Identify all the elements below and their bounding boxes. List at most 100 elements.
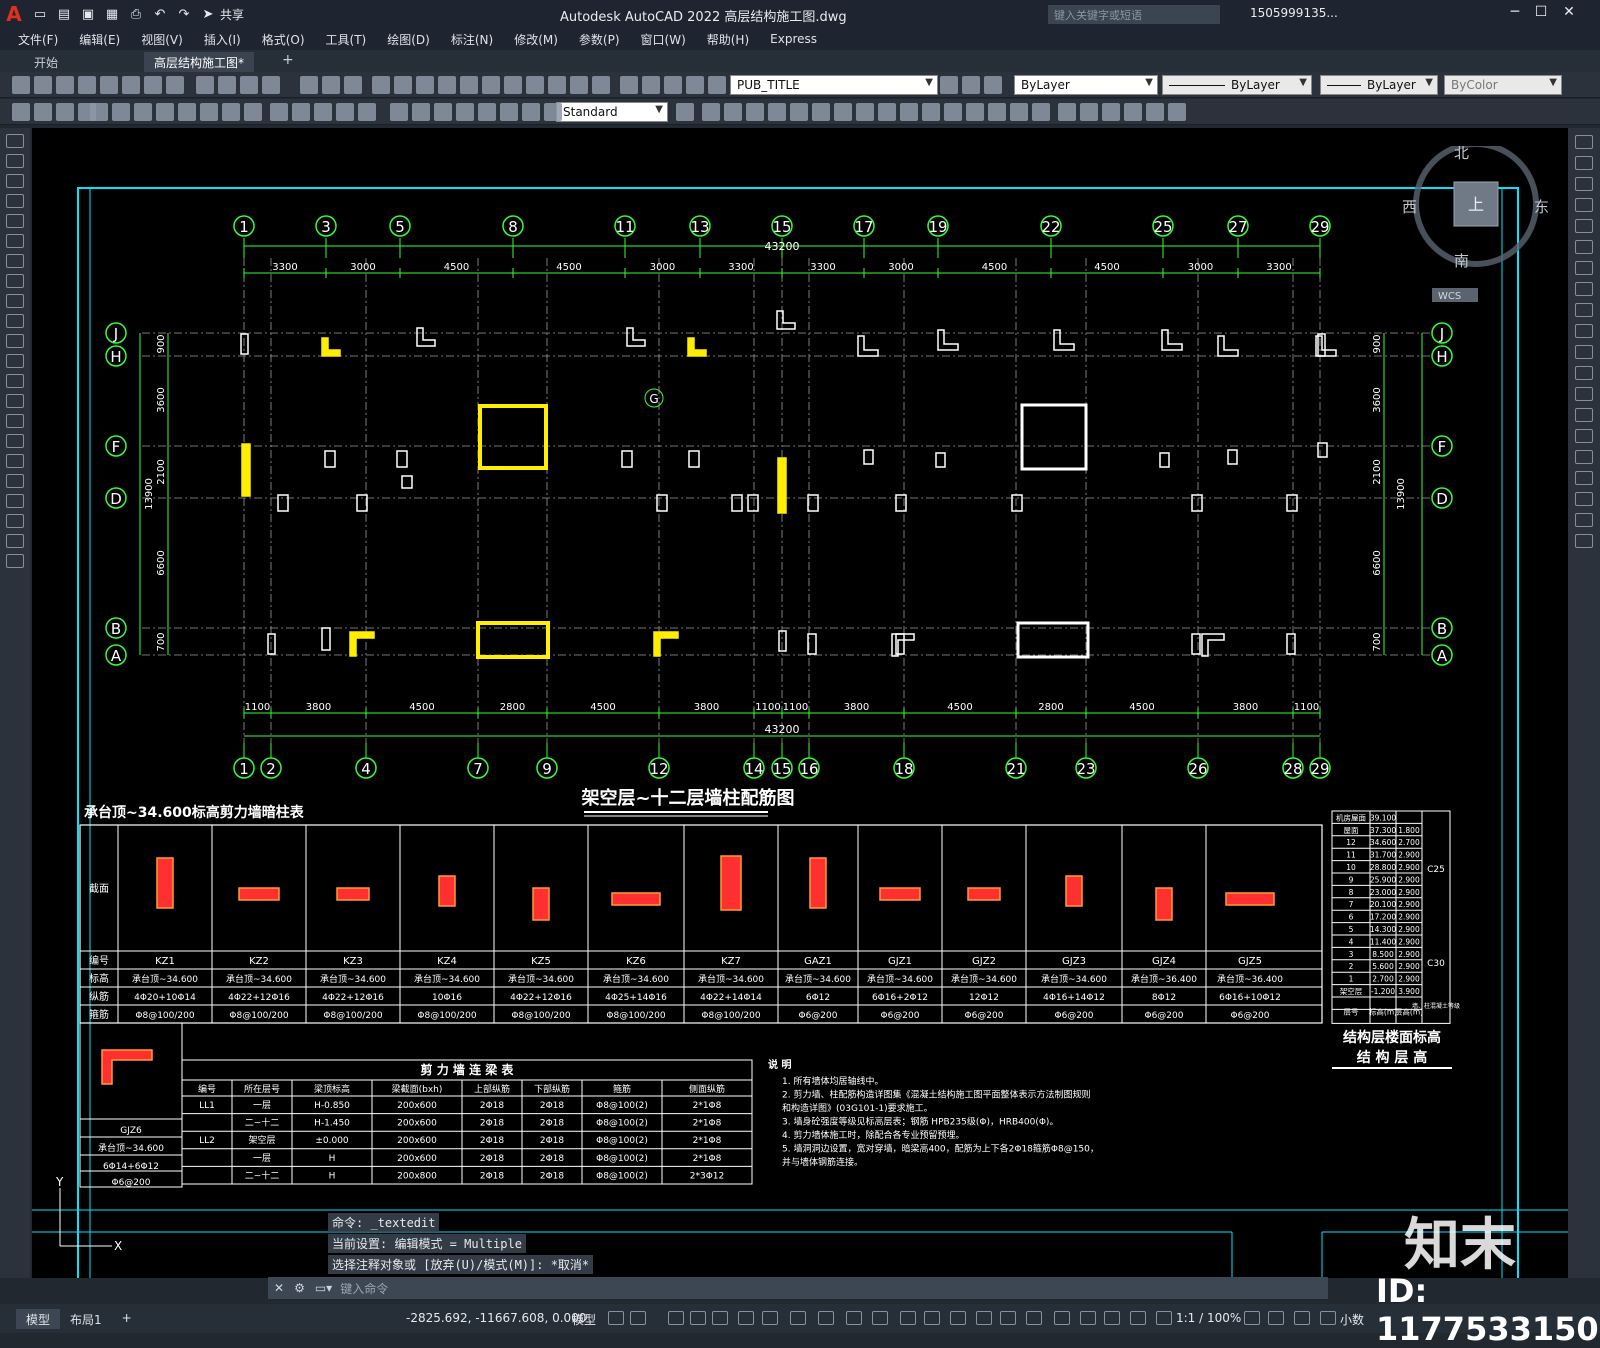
lineweight-combo[interactable]: ByLayer ▼	[1320, 75, 1438, 95]
toolbar-tool-icon[interactable]	[544, 103, 562, 121]
autocad-logo-icon[interactable]: A	[0, 0, 28, 28]
status-toggle-icon[interactable]	[738, 1311, 754, 1325]
linetype-combo[interactable]: ByLayer ▼	[1162, 75, 1312, 95]
toolbar-tool-icon[interactable]	[834, 103, 852, 121]
undo-icon[interactable]: ↶	[150, 5, 170, 23]
toolbar-tool-icon[interactable]	[144, 76, 162, 94]
toolbar-tool-icon[interactable]	[434, 103, 452, 121]
toolbar-tool-icon[interactable]	[344, 76, 362, 94]
add-layout-icon[interactable]: +	[112, 1309, 142, 1329]
toolbar-tool-icon[interactable]	[1146, 103, 1164, 121]
toolbar-tool-icon[interactable]	[166, 76, 184, 94]
toolbar-tool-icon[interactable]	[944, 103, 962, 121]
toolbar-tool-icon[interactable]	[592, 76, 610, 94]
toolbar-tool-icon[interactable]	[642, 76, 660, 94]
toolbar-tool-icon[interactable]	[34, 76, 52, 94]
toolbar-tool-icon[interactable]	[900, 103, 918, 121]
toolbar-tool-icon[interactable]	[240, 76, 258, 94]
menu-item-1[interactable]: 编辑(E)	[79, 31, 120, 48]
toolbar-tool-icon[interactable]	[262, 76, 280, 94]
toolbar-tool-icon[interactable]	[460, 76, 478, 94]
annotation-scale[interactable]: 1:1 / 100%	[1176, 1311, 1241, 1325]
drawing-canvas[interactable]: Y X 1 3 5 8 11 13 15 17 19 22 25 27 29 1 2 4 7 9 12 14 15 16 18 2…	[32, 128, 1568, 1278]
draw-tool-icon[interactable]	[6, 374, 24, 388]
tab-layout1[interactable]: 布局1	[60, 1309, 112, 1329]
draw-tool-icon[interactable]	[6, 514, 24, 528]
status-toggle-icon[interactable]	[1320, 1311, 1336, 1325]
modify-tool-icon[interactable]	[1575, 471, 1593, 485]
status-toggle-icon[interactable]	[608, 1311, 624, 1325]
share-label[interactable]: 共享	[220, 6, 244, 23]
toolbar-tool-icon[interactable]	[270, 103, 288, 121]
toolbar-tool-icon[interactable]	[984, 76, 1002, 94]
toolbar-tool-icon[interactable]	[1124, 103, 1142, 121]
modify-tool-icon[interactable]	[1575, 450, 1593, 464]
toolbar-tool-icon[interactable]	[314, 103, 332, 121]
draw-tool-icon[interactable]	[6, 434, 24, 448]
toolbar-tool-icon[interactable]	[336, 103, 354, 121]
draw-tool-icon[interactable]	[6, 334, 24, 348]
toolbar-tool-icon[interactable]	[134, 103, 152, 121]
toolbar-tool-icon[interactable]	[56, 103, 74, 121]
save-icon[interactable]: ▣	[78, 5, 98, 23]
draw-tool-icon[interactable]	[6, 174, 24, 188]
toolbar-tool-icon[interactable]	[940, 76, 958, 94]
menu-item-11[interactable]: 帮助(H)	[707, 31, 749, 48]
help-search-input[interactable]: 键入关键字或短语	[1048, 5, 1220, 24]
status-toggle-icon[interactable]	[1104, 1311, 1120, 1325]
toolbar-tool-icon[interactable]	[100, 76, 118, 94]
toolbar-tool-icon[interactable]	[12, 103, 30, 121]
status-toggle-icon[interactable]	[630, 1311, 646, 1325]
redo-icon[interactable]: ↷	[174, 5, 194, 23]
draw-tool-icon[interactable]	[6, 314, 24, 328]
menu-item-6[interactable]: 绘图(D)	[387, 31, 430, 48]
toolbar-tool-icon[interactable]	[482, 76, 500, 94]
plotstyle-combo[interactable]: ByColor ▼	[1444, 75, 1562, 95]
status-toggle-icon[interactable]	[1294, 1311, 1310, 1325]
status-toggle-icon[interactable]	[762, 1311, 778, 1325]
toolbar-tool-icon[interactable]	[122, 76, 140, 94]
toolbar-tool-icon[interactable]	[456, 103, 474, 121]
modify-tool-icon[interactable]	[1575, 240, 1593, 254]
toolbar-tool-icon[interactable]	[1010, 103, 1028, 121]
modify-tool-icon[interactable]	[1575, 408, 1593, 422]
status-toggle-icon[interactable]	[1268, 1311, 1284, 1325]
toolbar-tool-icon[interactable]	[570, 76, 588, 94]
status-toggle-icon[interactable]	[976, 1311, 992, 1325]
modify-tool-icon[interactable]	[1575, 303, 1593, 317]
status-toggle-icon[interactable]	[1026, 1311, 1042, 1325]
toolbar-tool-icon[interactable]	[322, 76, 340, 94]
tab-drawing[interactable]: 高层结构施工图*	[144, 52, 255, 72]
modify-tool-icon[interactable]	[1575, 156, 1593, 170]
toolbar-tool-icon[interactable]	[988, 103, 1006, 121]
close-button[interactable]: ✕	[1556, 4, 1582, 24]
toolbar-tool-icon[interactable]	[790, 103, 808, 121]
modify-tool-icon[interactable]	[1575, 135, 1593, 149]
toolbar-tool-icon[interactable]	[708, 76, 726, 94]
draw-tool-icon[interactable]	[6, 234, 24, 248]
tab-start[interactable]: 开始	[24, 52, 68, 72]
status-toggle-icon[interactable]	[790, 1311, 806, 1325]
viewcube-east-label[interactable]: 东	[1534, 198, 1549, 216]
status-toggle-icon[interactable]	[1054, 1311, 1070, 1325]
menu-item-3[interactable]: 插入(I)	[204, 31, 241, 48]
toolbar-tool-icon[interactable]	[504, 76, 522, 94]
status-toggle-icon[interactable]	[1156, 1311, 1172, 1325]
command-input[interactable]: 键入命令	[340, 1280, 388, 1297]
toolbar-tool-icon[interactable]	[1032, 103, 1050, 121]
toolbar-tool-icon[interactable]	[664, 76, 682, 94]
toolbar-tool-icon[interactable]	[200, 103, 218, 121]
toolbar-tool-icon[interactable]	[244, 103, 262, 121]
viewcube-north-label[interactable]: 北	[1454, 146, 1469, 162]
minimize-button[interactable]: ─	[1502, 4, 1528, 24]
status-toggle-icon[interactable]	[712, 1311, 728, 1325]
modify-tool-icon[interactable]	[1575, 345, 1593, 359]
menu-item-10[interactable]: 窗口(W)	[641, 31, 686, 48]
draw-tool-icon[interactable]	[6, 214, 24, 228]
modify-tool-icon[interactable]	[1575, 387, 1593, 401]
status-toggle-icon[interactable]	[950, 1311, 966, 1325]
cad-drawing[interactable]: YX1 3 5 8 11 13 15 17 19 22 25 27 291 2 4 7 9 12 14 15 16 18 2…	[32, 128, 1568, 1278]
draw-tool-icon[interactable]	[6, 154, 24, 168]
toolbar-tool-icon[interactable]	[620, 76, 638, 94]
draw-tool-icon[interactable]	[6, 534, 24, 548]
